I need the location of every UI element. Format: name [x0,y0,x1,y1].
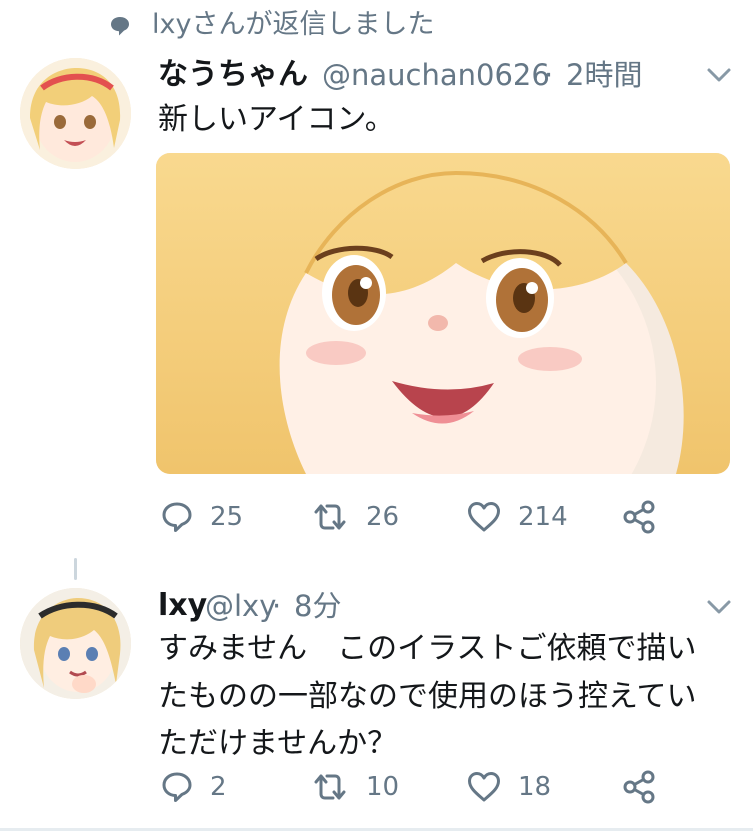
chevron-down-icon[interactable] [704,64,734,86]
heart-icon [468,502,500,532]
retweet-icon [314,504,346,530]
reply-button[interactable]: 2 [160,770,227,804]
share-icon [623,770,655,804]
tweet-media-image[interactable] [156,153,730,474]
tweet-timestamp[interactable]: 2時間 [566,57,642,93]
avatar[interactable] [20,588,131,699]
user-handle[interactable]: @lxy [205,588,276,624]
tweet-text: 新しいアイコン。 [158,102,395,137]
reply-button[interactable]: 25 [160,500,243,534]
tweet-text-line: たものの一部なので使用のほう控えてい [158,679,697,714]
avatar[interactable] [20,58,131,169]
tweet-timestamp[interactable]: 8分 [294,588,341,624]
retweet-count: 10 [366,772,400,802]
reply-context-text[interactable]: lxyさんが返信しました [152,8,434,42]
retweet-button[interactable]: 10 [310,770,399,804]
user-handle[interactable]: @nauchan0626 [322,57,550,93]
heart-icon [468,772,500,802]
reply-icon [162,502,192,532]
retweet-icon [314,774,346,800]
share-button[interactable] [622,500,656,534]
reply-count: 2 [210,772,227,802]
like-count: 18 [518,772,552,802]
like-button[interactable]: 214 [466,500,568,534]
reply-count: 25 [210,502,244,532]
display-name[interactable]: lxy [158,588,207,624]
chevron-down-icon[interactable] [704,596,734,618]
speech-bubble-icon [108,14,132,38]
tweet-text-line: ただけませんか？ [158,726,398,761]
retweet-button[interactable]: 26 [310,500,399,534]
thread-connector [74,558,77,580]
tweet-text-line: すみません このイラストご依頼で描い [158,631,697,666]
reply-icon [162,772,192,802]
like-count: 214 [518,502,568,532]
display-name[interactable]: なうちゃん [158,57,308,93]
share-button[interactable] [622,770,656,804]
retweet-count: 26 [366,502,400,532]
meta-separator: · [544,58,554,92]
share-icon [623,500,655,534]
meta-separator: · [272,589,282,623]
like-button[interactable]: 18 [466,770,551,804]
